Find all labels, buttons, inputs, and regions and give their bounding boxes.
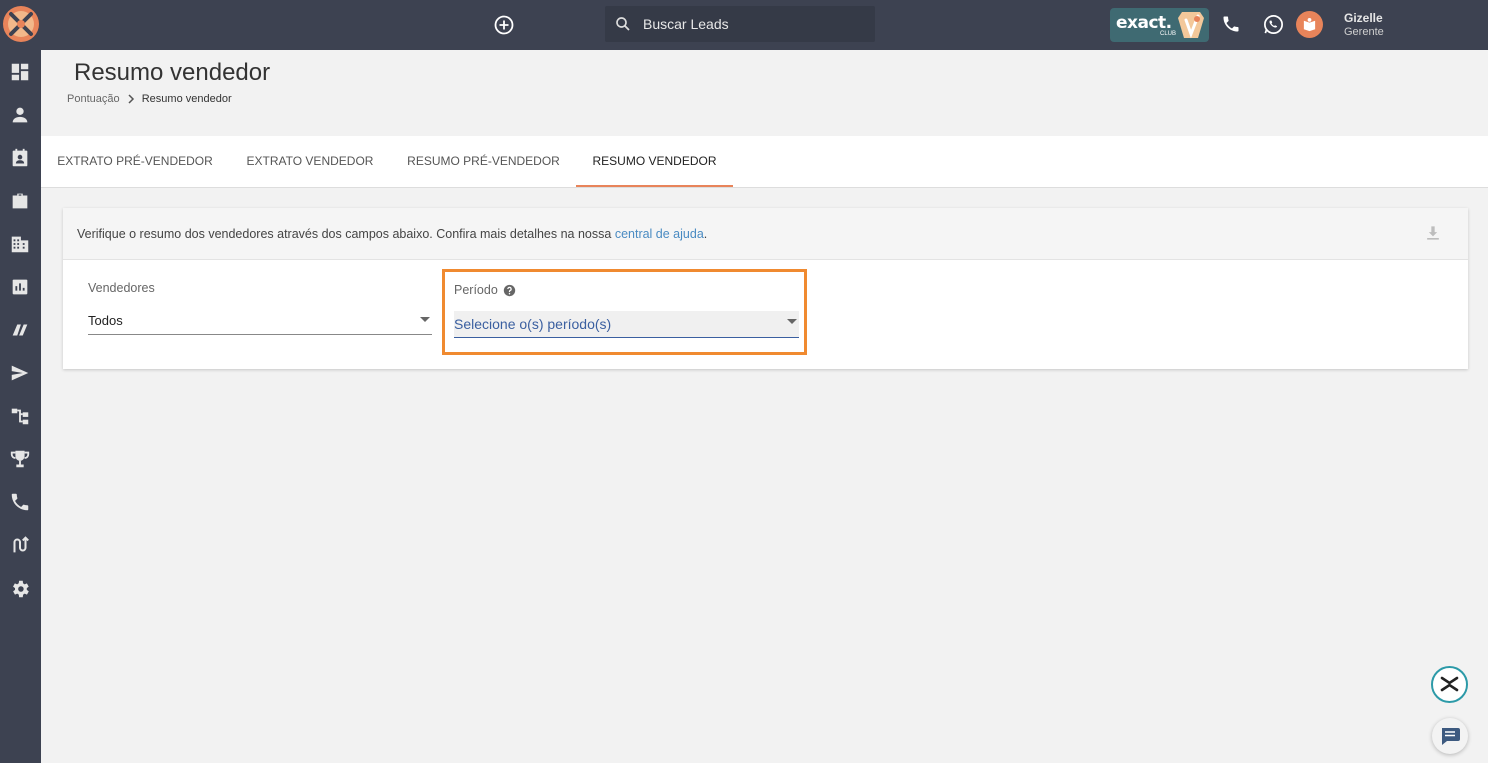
club-logo-subtext: CLUB xyxy=(1160,31,1177,37)
dropdown-arrow-icon xyxy=(787,319,797,324)
chevron-right-icon xyxy=(128,94,134,104)
chat-icon xyxy=(1442,728,1460,745)
card-header: Verifique o resumo dos vendedores atravé… xyxy=(63,208,1468,260)
club-logo-text: exact. xyxy=(1116,13,1172,33)
phone-icon[interactable] xyxy=(1221,14,1241,34)
search-input-placeholder[interactable]: Buscar Leads xyxy=(643,16,729,32)
vendedores-select[interactable]: Todos xyxy=(88,309,432,335)
info-text-body: Verifique o resumo dos vendedores atravé… xyxy=(77,227,615,241)
trophy-icon[interactable] xyxy=(9,448,31,470)
collapse-widget-button[interactable] xyxy=(1431,666,1468,703)
person-icon[interactable] xyxy=(9,104,31,126)
whatsapp-icon[interactable] xyxy=(1262,13,1285,36)
gear-icon[interactable] xyxy=(9,578,31,600)
tag-icon[interactable] xyxy=(9,319,31,341)
building-icon[interactable] xyxy=(9,233,31,255)
contacts-icon[interactable] xyxy=(9,147,31,169)
hierarchy-icon[interactable] xyxy=(9,405,31,427)
briefcase-icon[interactable] xyxy=(9,190,31,212)
book-icon xyxy=(1303,17,1316,32)
search-bar[interactable]: Buscar Leads xyxy=(605,6,875,42)
periodo-select[interactable]: Selecione o(s) período(s) xyxy=(454,311,799,338)
club-badge-icon xyxy=(1178,12,1204,39)
top-bar: Buscar Leads exact. CLUB Gizelle Gerente xyxy=(0,0,1488,50)
vendedores-value: Todos xyxy=(88,313,123,328)
app-logo[interactable] xyxy=(2,5,40,43)
help-icon[interactable] xyxy=(503,284,516,297)
breadcrumb-item-pontuacao[interactable]: Pontuação xyxy=(67,93,120,105)
help-center-link[interactable]: central de ajuda xyxy=(615,227,704,241)
info-text: Verifique o resumo dos vendedores atravé… xyxy=(77,227,707,241)
info-text-end: . xyxy=(703,227,708,241)
chart-icon[interactable] xyxy=(9,276,31,298)
user-role: Gerente xyxy=(1344,26,1384,38)
filter-card: Verifique o resumo dos vendedores atravé… xyxy=(63,208,1468,369)
periodo-placeholder: Selecione o(s) período(s) xyxy=(454,316,612,332)
phone-icon[interactable] xyxy=(9,491,31,513)
dropdown-arrow-icon xyxy=(420,317,430,322)
chevrons-icon xyxy=(1440,676,1459,692)
route-icon[interactable] xyxy=(9,534,31,556)
page-title: Resumo vendedor xyxy=(74,59,271,86)
send-icon[interactable] xyxy=(9,362,31,384)
periodo-label: Período xyxy=(454,283,498,297)
vendedores-label: Vendedores xyxy=(88,281,155,295)
search-icon xyxy=(616,17,630,31)
user-name[interactable]: Gizelle xyxy=(1344,11,1383,25)
add-circle-icon[interactable] xyxy=(492,13,516,37)
tab-resumo-vendedor[interactable]: RESUMO VENDEDOR xyxy=(576,136,733,187)
periodo-highlight-box: Período Selecione o(s) período(s) xyxy=(442,269,807,355)
download-icon[interactable] xyxy=(1423,223,1443,243)
avatar[interactable] xyxy=(1296,11,1323,38)
exact-club-button[interactable]: exact. CLUB xyxy=(1110,8,1209,42)
breadcrumb-item-current: Resumo vendedor xyxy=(141,93,232,106)
tab-bar: EXTRATO PRÉ-VENDEDOR EXTRATO VENDEDOR RE… xyxy=(41,136,1488,188)
dashboard-icon[interactable] xyxy=(9,61,31,83)
sidebar xyxy=(0,50,41,763)
chat-button[interactable] xyxy=(1432,718,1468,754)
tab-resumo-pre-vendedor[interactable]: RESUMO PRÉ-VENDEDOR xyxy=(391,136,576,187)
breadcrumb: Pontuação Resumo vendedor xyxy=(67,93,232,105)
tab-extrato-vendedor[interactable]: EXTRATO VENDEDOR xyxy=(229,136,391,187)
tab-extrato-pre-vendedor[interactable]: EXTRATO PRÉ-VENDEDOR xyxy=(41,136,229,187)
